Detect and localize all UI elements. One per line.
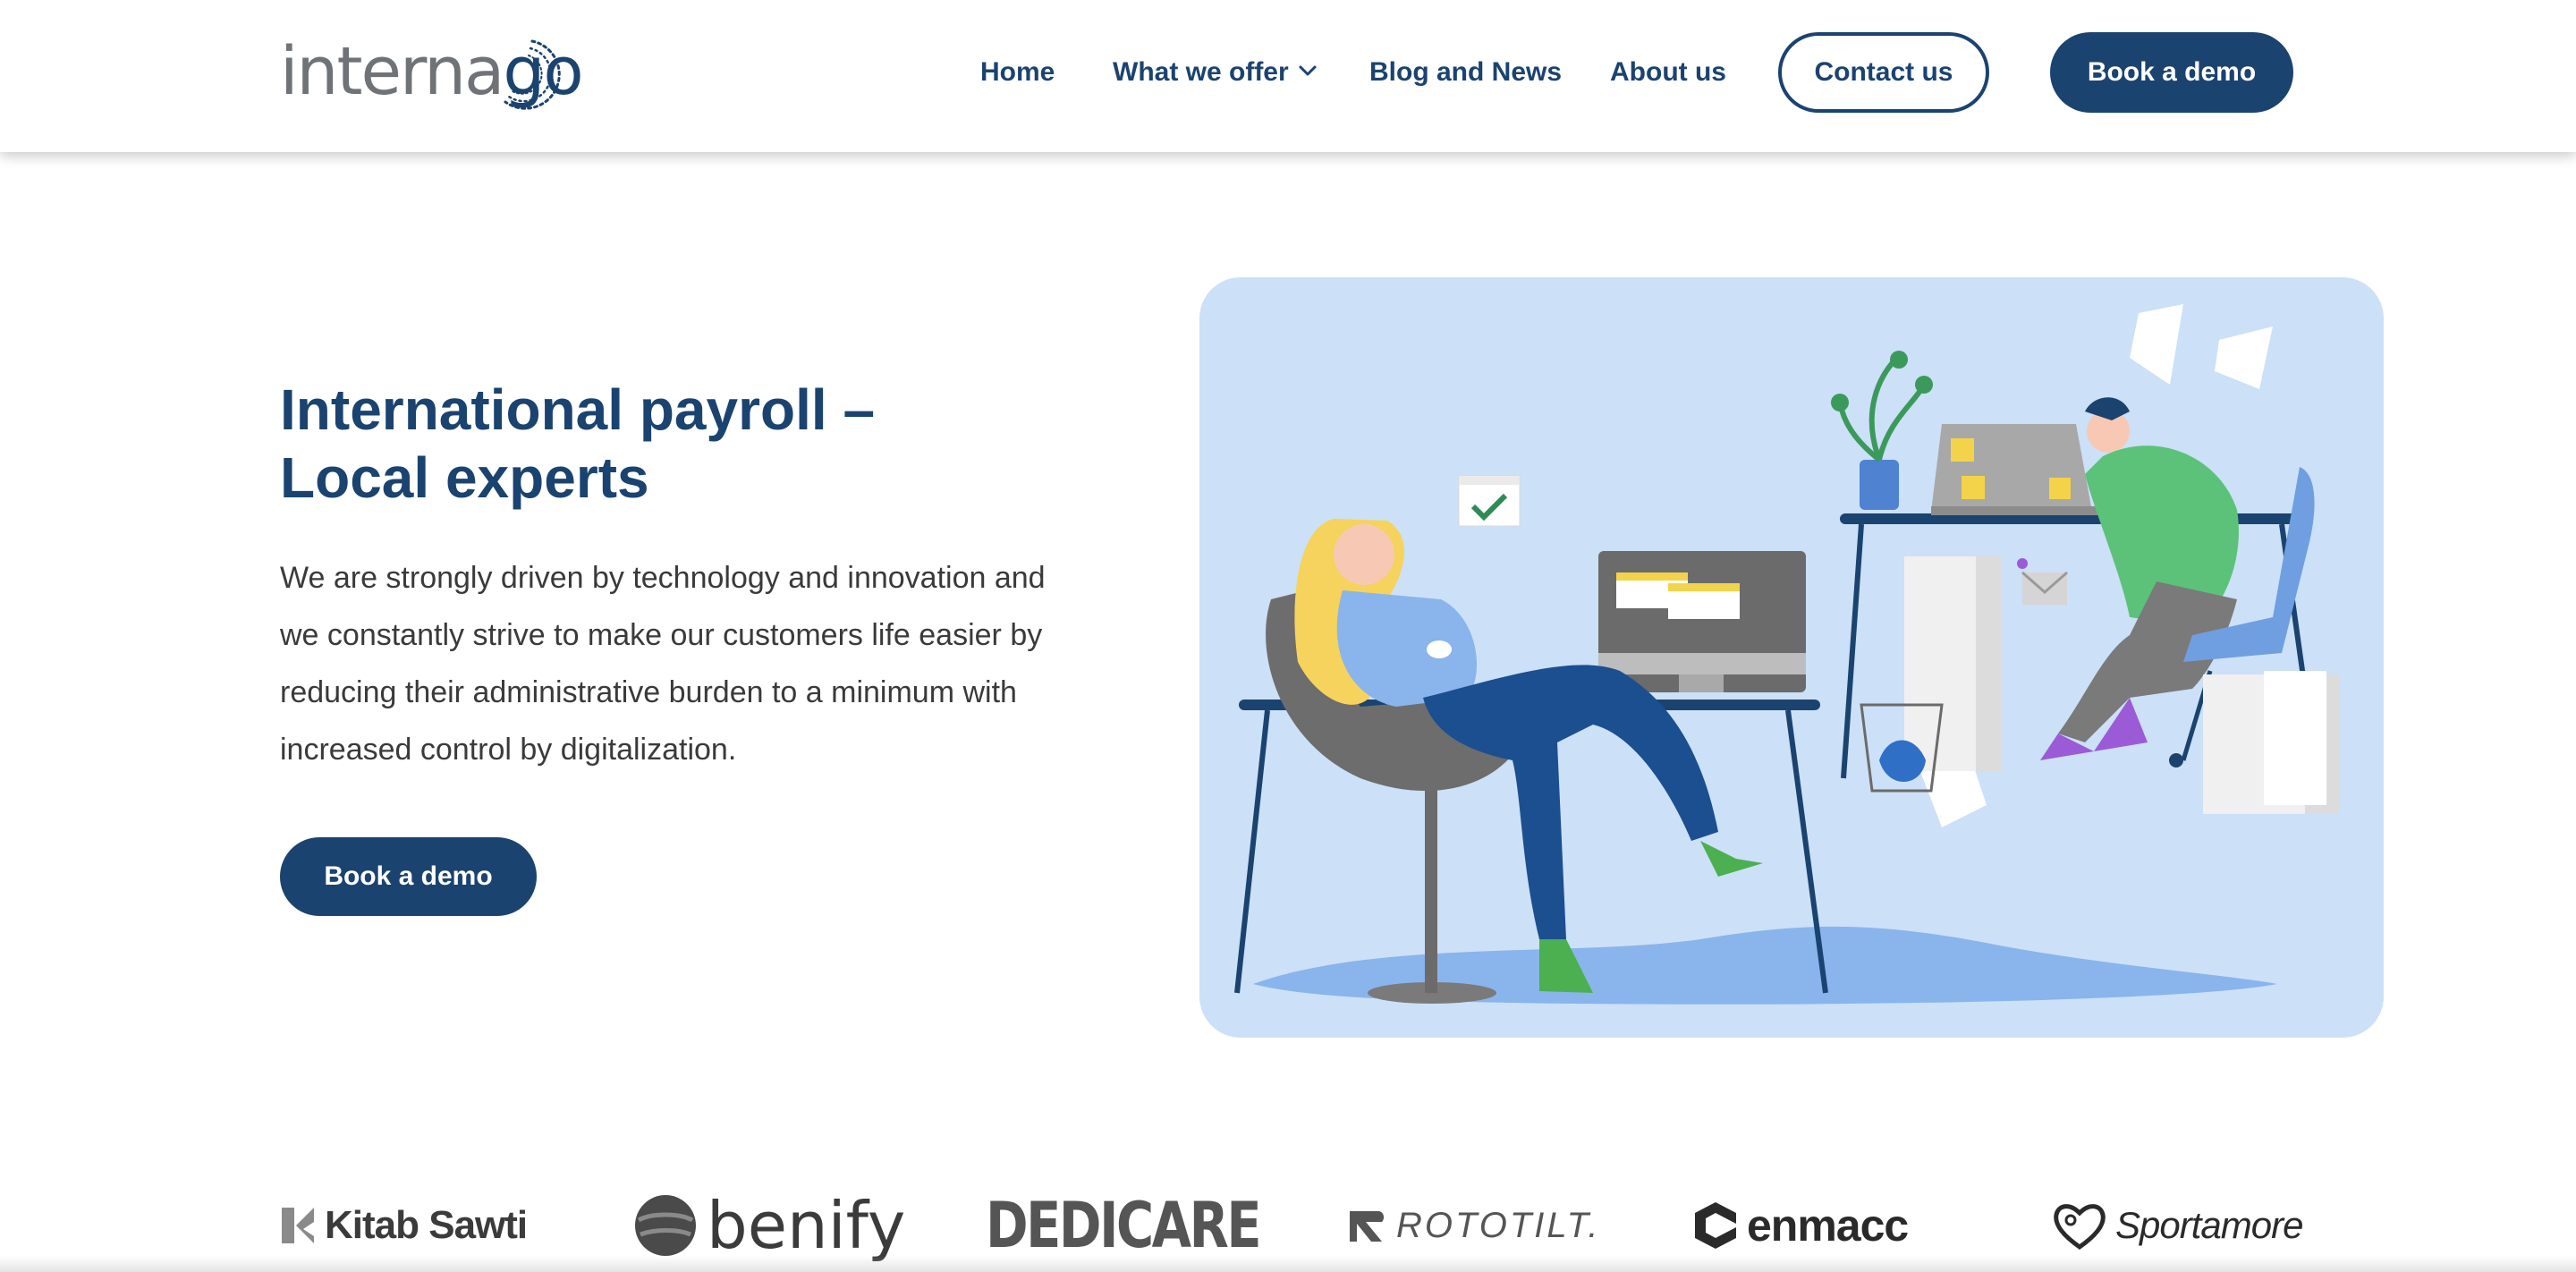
benify-logo: benify: [633, 1188, 906, 1263]
nav-about-label: About us: [1610, 57, 1726, 87]
enmacc-mark-icon: [1695, 1202, 1736, 1249]
rototilt-mark-icon: [1350, 1211, 1385, 1242]
sportamore-logo: Sportamore: [2053, 1190, 2303, 1261]
hero-book-demo-button[interactable]: Book a demo: [280, 837, 537, 916]
logo-prefix: interna: [280, 33, 504, 110]
header-book-demo-button[interactable]: Book a demo: [2050, 32, 2293, 113]
site-header: internago Home What we offer Blog and Ne…: [0, 0, 2576, 152]
header-book-demo-label: Book a demo: [2087, 57, 2257, 87]
hero-description: We are strongly driven by technology and…: [280, 561, 1046, 767]
sportamore-label: Sportamore: [2115, 1204, 2303, 1246]
logo-swirl-icon: [504, 39, 561, 110]
chevron-down-icon: [1299, 65, 1317, 76]
laptop: [1931, 424, 2101, 515]
hero-title: International payroll – Local experts: [280, 376, 996, 512]
dedicare-logo: DEDICARE: [986, 1189, 1262, 1262]
internago-logo[interactable]: internago: [280, 30, 584, 113]
nav-home-label: Home: [980, 57, 1055, 87]
office-workers-illustration: [1199, 277, 2384, 1038]
kitab-sawti-mark-icon: [282, 1208, 314, 1243]
nav-what-we-offer-label: What we offer: [1113, 57, 1289, 87]
benify-globe-icon: [635, 1195, 696, 1256]
benify-label: benify: [707, 1188, 906, 1263]
calendar-icon: [1458, 475, 1521, 527]
rototilt-label: ROTOTILT.: [1396, 1205, 1601, 1245]
hero-title-line1: International payroll –: [280, 377, 876, 442]
nav-what-we-offer[interactable]: What we offer: [1113, 32, 1318, 113]
nav-about-us[interactable]: About us: [1610, 32, 1726, 113]
nav-blog-and-news[interactable]: Blog and News: [1369, 32, 1562, 113]
rototilt-logo: ROTOTILT.: [1346, 1190, 1601, 1261]
hero-title-line2: Local experts: [280, 445, 649, 510]
nav-blog-label: Blog and News: [1369, 57, 1563, 87]
enmacc-logo: enmacc: [1693, 1190, 1909, 1261]
contact-us-label: Contact us: [1814, 57, 1953, 87]
enmacc-label: enmacc: [1747, 1200, 1909, 1251]
hero-book-demo-label: Book a demo: [324, 861, 493, 891]
bottom-fade: [0, 1256, 2576, 1272]
contact-us-button[interactable]: Contact us: [1778, 32, 1989, 113]
desktop-monitor: [1598, 551, 1806, 692]
dedicare-label: DEDICARE: [986, 1189, 1262, 1262]
kitab-sawti-label: Kitab Sawti: [325, 1203, 528, 1247]
kitab-sawti-logo: Kitab Sawti: [280, 1190, 528, 1261]
nav-home[interactable]: Home: [980, 32, 1055, 113]
sportamore-heart-icon: [2054, 1204, 2106, 1251]
